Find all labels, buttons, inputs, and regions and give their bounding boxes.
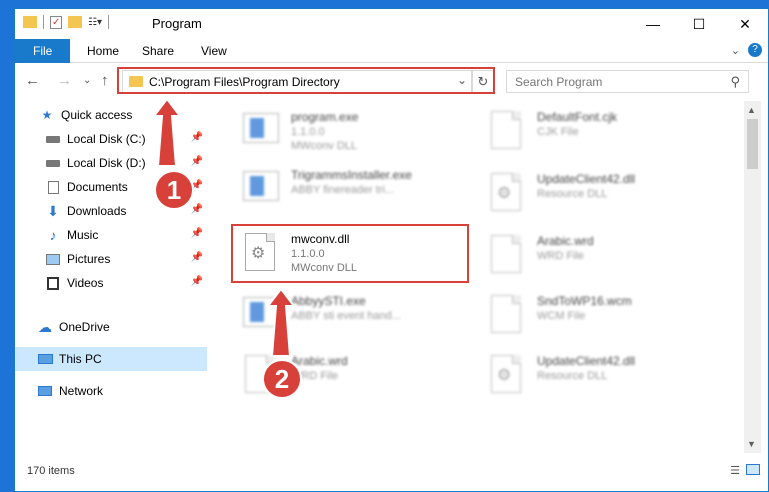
annotation-arrows bbox=[151, 97, 297, 357]
arrow-up-to-file bbox=[265, 287, 297, 357]
step-badge-2: 2 bbox=[262, 359, 302, 399]
arrow-up-to-address bbox=[151, 97, 183, 167]
step-badge-1: 1 bbox=[154, 170, 194, 210]
